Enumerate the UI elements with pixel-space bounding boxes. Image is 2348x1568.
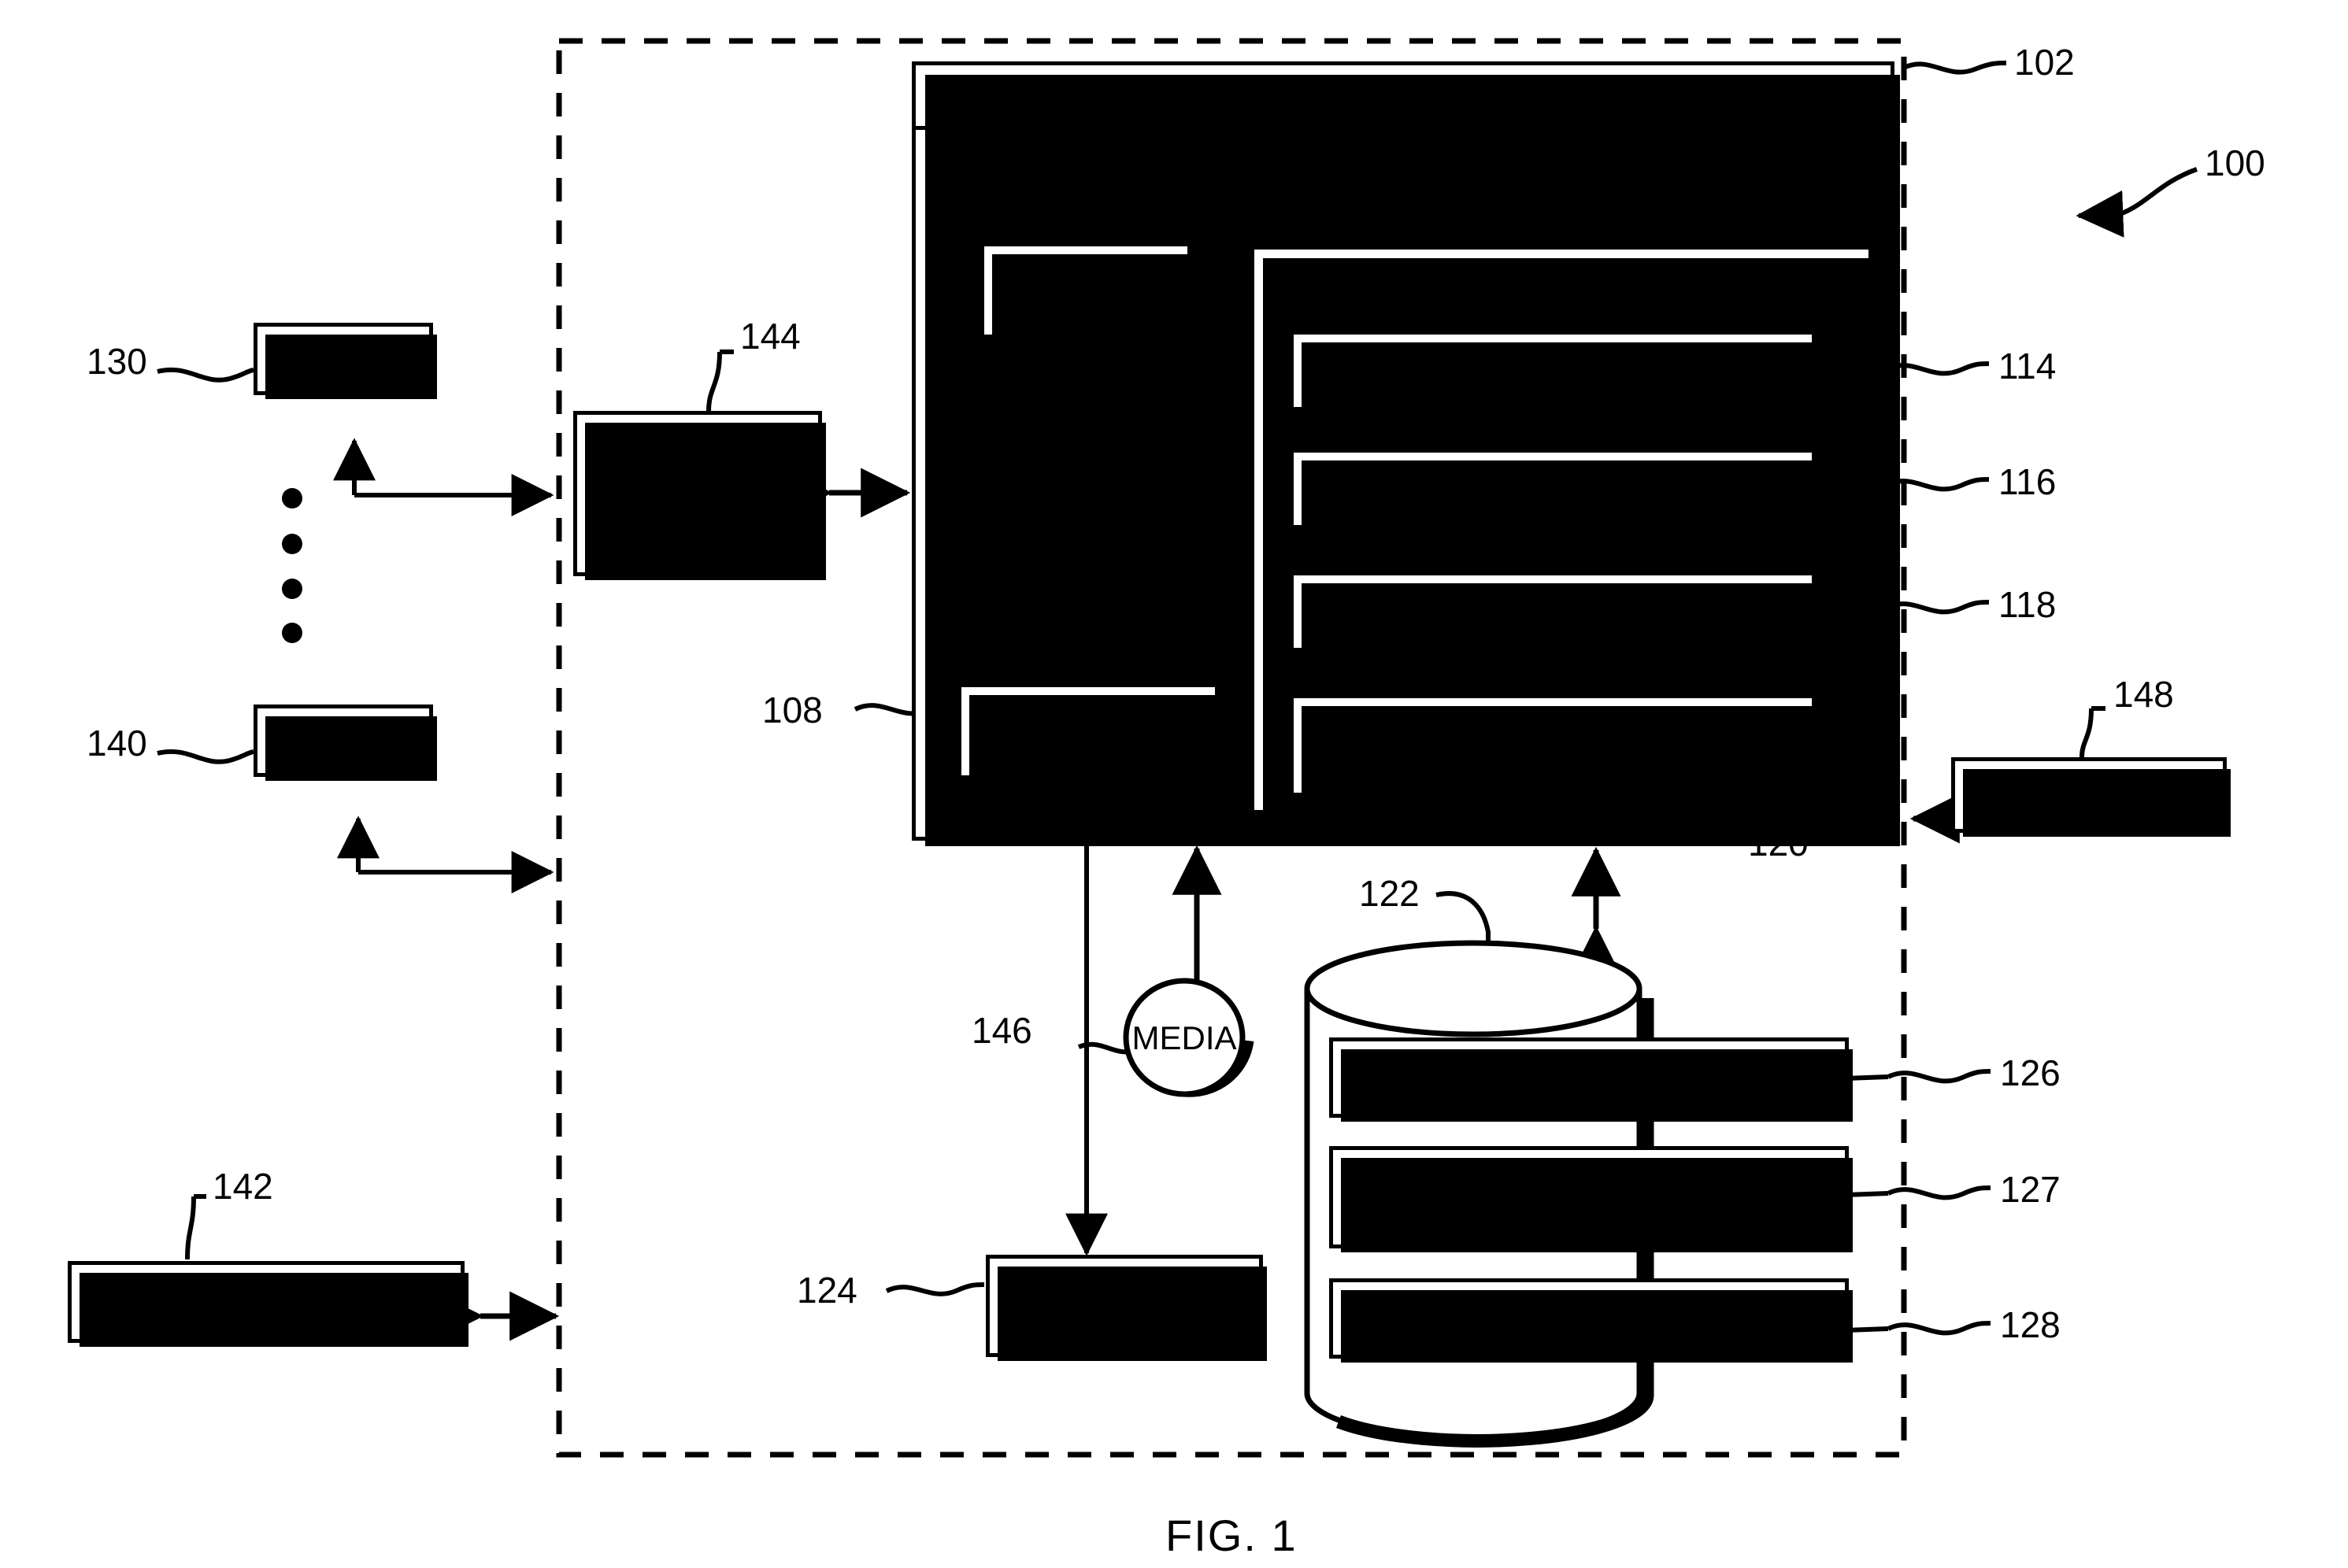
ref-144: 144 [740,316,801,357]
ref-146: 146 [972,1010,1032,1051]
media-circle: MEDIA [1121,976,1254,1102]
figure-canvas: USER 1 130 USER N 140 ADMINISTRATOR 142 … [0,0,2348,1568]
ref-148: 148 [2113,674,2174,715]
ref-100: 100 [2205,142,2265,183]
ref-114: 114 [1998,346,2057,386]
ref-122: 122 [1359,873,1420,914]
ref-112: 112 [1723,165,1781,205]
ref-106: 106 [1146,162,1207,203]
media-label: MEDIA [1131,1019,1236,1056]
ref-110: 110 [1186,435,1244,476]
ref-118: 118 [1998,584,2057,625]
ref-130: 130 [87,341,147,382]
ref-126: 126 [2000,1052,2061,1093]
ref-102: 102 [2014,42,2075,83]
ref-116: 116 [1998,461,2057,502]
ref-142: 142 [213,1166,273,1207]
ref-120: 120 [1748,823,1809,864]
ref-128: 128 [2000,1304,2061,1345]
ref-127: 127 [2000,1169,2061,1210]
ref-108: 108 [762,690,823,730]
ref-140: 140 [87,723,147,764]
ref-124: 124 [797,1270,857,1311]
user-ellipsis [0,0,2348,1568]
